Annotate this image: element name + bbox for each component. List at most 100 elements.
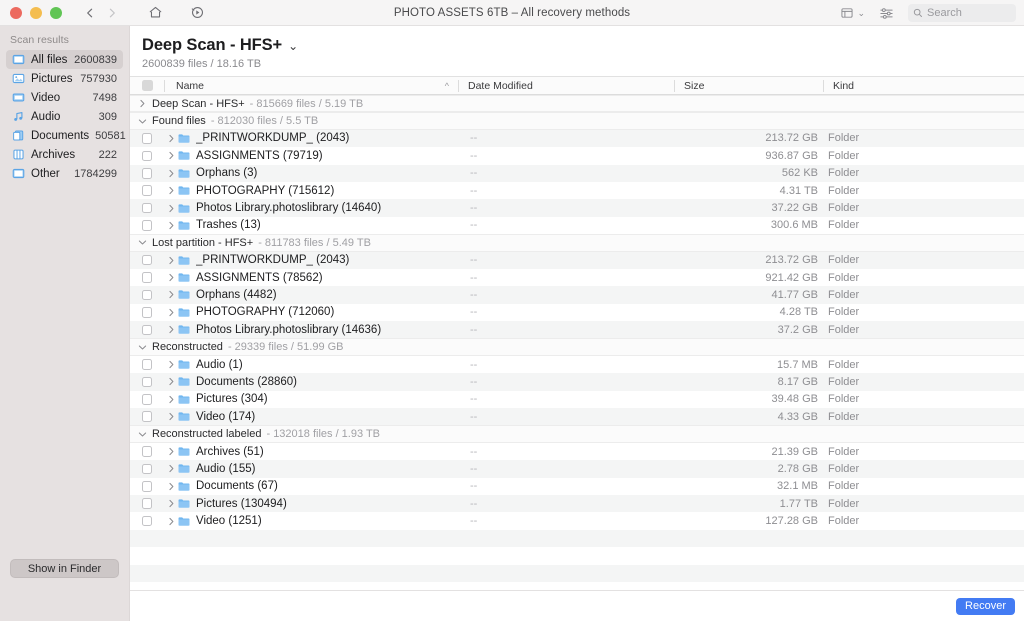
column-header-name[interactable]: Name ^ bbox=[165, 80, 458, 92]
row-size: 32.1 MB bbox=[777, 480, 818, 493]
table-row[interactable]: Pictures (130494) -- 1.77 TB Folder bbox=[130, 494, 1024, 513]
column-label-name: Name bbox=[176, 79, 205, 92]
row-checkbox[interactable] bbox=[130, 307, 164, 318]
chevron-right-icon[interactable] bbox=[164, 308, 178, 317]
row-checkbox[interactable] bbox=[130, 150, 164, 162]
forward-icon[interactable] bbox=[102, 3, 122, 23]
show-in-finder-button[interactable]: Show in Finder bbox=[10, 559, 119, 578]
group-header[interactable]: Found files - 812030 files / 5.5 TB bbox=[130, 112, 1024, 130]
group-meta: - 815669 files / 5.19 TB bbox=[249, 97, 364, 110]
row-checkbox[interactable] bbox=[130, 376, 164, 388]
row-checkbox[interactable] bbox=[130, 220, 164, 231]
view-options-button[interactable]: ⌄ bbox=[840, 6, 865, 20]
group-header[interactable]: Reconstructed - 29339 files / 51.99 GB bbox=[130, 338, 1024, 356]
chevron-right-icon[interactable] bbox=[164, 151, 178, 160]
table-row[interactable]: Orphans (4482) -- 41.77 GB Folder bbox=[130, 286, 1024, 304]
sidebar-item-audio[interactable]: Audio 309 bbox=[6, 107, 123, 126]
select-all-checkbox[interactable] bbox=[130, 80, 164, 91]
row-checkbox[interactable] bbox=[130, 394, 164, 405]
home-icon[interactable] bbox=[144, 2, 166, 24]
column-header-date[interactable]: Date Modified bbox=[459, 80, 674, 92]
scan-history-icon[interactable] bbox=[186, 2, 208, 24]
row-checkbox[interactable] bbox=[130, 254, 164, 266]
minimize-button[interactable] bbox=[30, 6, 42, 19]
row-checkbox[interactable] bbox=[130, 411, 164, 422]
chevron-down-icon[interactable] bbox=[138, 238, 147, 247]
table-row[interactable]: Video (1251) -- 127.28 GB Folder bbox=[130, 512, 1024, 530]
row-checkbox[interactable] bbox=[130, 272, 164, 283]
chevron-right-icon[interactable] bbox=[164, 186, 178, 195]
chevron-right-icon[interactable] bbox=[164, 499, 178, 508]
zoom-button[interactable] bbox=[50, 6, 62, 19]
table-row[interactable]: Documents (67) -- 32.1 MB Folder bbox=[130, 477, 1024, 495]
chevron-right-icon[interactable] bbox=[138, 99, 147, 108]
table-row[interactable]: PHOTOGRAPHY (712060) -- 4.28 TB Folder bbox=[130, 303, 1024, 322]
table-row[interactable]: PHOTOGRAPHY (715612) -- 4.31 TB Folder bbox=[130, 181, 1024, 200]
chevron-right-icon[interactable] bbox=[164, 273, 178, 282]
group-header[interactable]: Deep Scan - HFS+ - 815669 files / 5.19 TB bbox=[130, 95, 1024, 113]
sidebar-item-all-files[interactable]: All files 2600839 bbox=[6, 50, 123, 69]
column-header-size[interactable]: Size bbox=[675, 80, 823, 92]
chevron-right-icon[interactable] bbox=[164, 134, 178, 143]
row-checkbox[interactable] bbox=[130, 202, 164, 214]
table-row[interactable]: Trashes (13) -- 300.6 MB Folder bbox=[130, 216, 1024, 235]
table-row[interactable]: Pictures (304) -- 39.48 GB Folder bbox=[130, 390, 1024, 409]
sidebar-item-documents[interactable]: Documents 50581 bbox=[6, 126, 126, 145]
file-table[interactable]: Deep Scan - HFS+ - 815669 files / 5.19 TB… bbox=[130, 95, 1024, 590]
chevron-right-icon[interactable] bbox=[164, 412, 178, 421]
chevron-right-icon[interactable] bbox=[164, 395, 178, 404]
row-checkbox[interactable] bbox=[130, 289, 164, 301]
row-checkbox[interactable] bbox=[130, 463, 164, 475]
back-icon[interactable] bbox=[80, 3, 100, 23]
chevron-right-icon[interactable] bbox=[164, 256, 178, 265]
chevron-right-icon[interactable] bbox=[164, 482, 178, 491]
table-row[interactable]: Audio (155) -- 2.78 GB Folder bbox=[130, 460, 1024, 478]
chevron-right-icon[interactable] bbox=[164, 377, 178, 386]
group-header[interactable]: Reconstructed labeled - 132018 files / 1.… bbox=[130, 425, 1024, 443]
search-input[interactable]: Search bbox=[908, 4, 1016, 22]
sidebar-item-other[interactable]: Other 1784299 bbox=[6, 164, 123, 183]
table-row[interactable]: Photos Library.photoslibrary (14636) -- 37… bbox=[130, 321, 1024, 339]
chevron-right-icon[interactable] bbox=[164, 447, 178, 456]
row-checkbox[interactable] bbox=[130, 498, 164, 509]
group-header[interactable]: Lost partition - HFS+ - 811783 files / 5.… bbox=[130, 234, 1024, 252]
close-button[interactable] bbox=[10, 6, 22, 19]
chevron-right-icon[interactable] bbox=[164, 325, 178, 334]
table-row[interactable]: ASSIGNMENTS (79719) -- 936.87 GB Folder bbox=[130, 147, 1024, 165]
column-header-kind[interactable]: Kind bbox=[824, 80, 1024, 92]
row-checkbox[interactable] bbox=[130, 359, 164, 370]
chevron-right-icon[interactable] bbox=[164, 169, 178, 178]
sidebar-item-pictures[interactable]: Pictures 757930 bbox=[6, 69, 123, 88]
table-row[interactable]: _PRINTWORKDUMP_ (2043) -- 213.72 GB Folder bbox=[130, 251, 1024, 269]
filter-button[interactable] bbox=[879, 6, 894, 21]
table-row[interactable]: Archives (51) -- 21.39 GB Folder bbox=[130, 442, 1024, 461]
chevron-right-icon[interactable] bbox=[164, 360, 178, 369]
row-checkbox[interactable] bbox=[130, 515, 164, 527]
sidebar-item-video[interactable]: Video 7498 bbox=[6, 88, 123, 107]
scan-title-row[interactable]: Deep Scan - HFS+ ⌄ bbox=[142, 36, 1024, 55]
chevron-right-icon[interactable] bbox=[164, 204, 178, 213]
table-row[interactable]: ASSIGNMENTS (78562) -- 921.42 GB Folder bbox=[130, 268, 1024, 287]
row-checkbox[interactable] bbox=[130, 324, 164, 336]
table-row[interactable]: Video (174) -- 4.33 GB Folder bbox=[130, 408, 1024, 426]
sidebar-item-archives[interactable]: Archives 222 bbox=[6, 145, 123, 164]
table-row[interactable]: Photos Library.photoslibrary (14640) -- 37… bbox=[130, 199, 1024, 217]
chevron-down-icon[interactable] bbox=[138, 117, 147, 126]
row-checkbox[interactable] bbox=[130, 185, 164, 196]
chevron-down-icon[interactable] bbox=[138, 430, 147, 439]
chevron-right-icon[interactable] bbox=[164, 221, 178, 230]
row-checkbox[interactable] bbox=[130, 446, 164, 457]
chevron-down-icon[interactable] bbox=[138, 343, 147, 352]
table-row[interactable]: Audio (1) -- 15.7 MB Folder bbox=[130, 355, 1024, 374]
table-row[interactable]: Documents (28860) -- 8.17 GB Folder bbox=[130, 373, 1024, 391]
chevron-right-icon[interactable] bbox=[164, 464, 178, 473]
row-checkbox[interactable] bbox=[130, 133, 164, 144]
chevron-right-icon[interactable] bbox=[164, 517, 178, 526]
row-checkbox[interactable] bbox=[130, 481, 164, 492]
table-row[interactable]: Orphans (3) -- 562 KB Folder bbox=[130, 164, 1024, 182]
recover-button[interactable]: Recover bbox=[956, 597, 1015, 615]
chevron-right-icon[interactable] bbox=[164, 290, 178, 299]
chevron-down-icon[interactable]: ⌄ bbox=[288, 39, 298, 53]
table-row[interactable]: _PRINTWORKDUMP_ (2043) -- 213.72 GB Folder bbox=[130, 129, 1024, 148]
row-checkbox[interactable] bbox=[130, 168, 164, 179]
